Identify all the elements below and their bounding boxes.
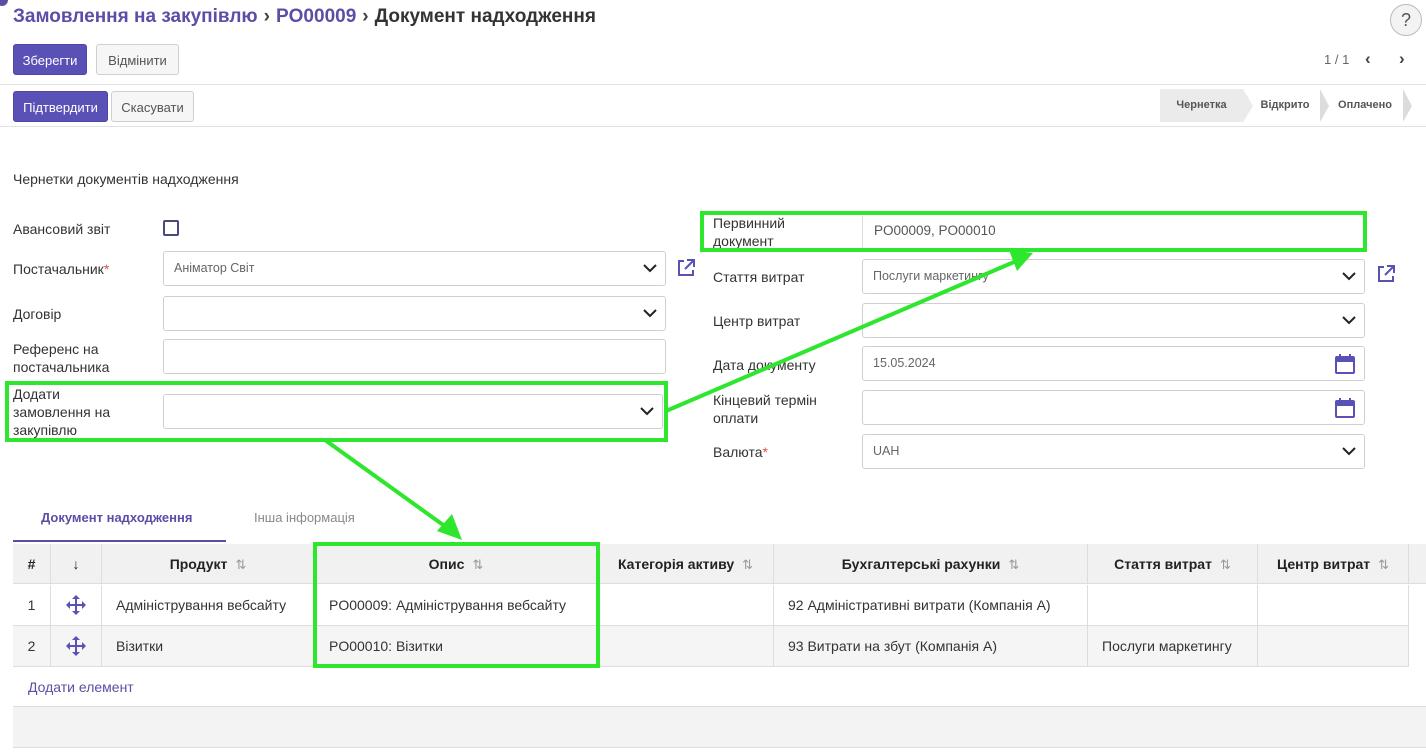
breadcrumb-separator-icon: › — [362, 6, 369, 27]
row-number: 1 — [13, 585, 51, 626]
stage-arrow-icon — [1243, 89, 1253, 122]
divider — [0, 126, 1426, 127]
divider — [0, 84, 1426, 85]
advance-report-checkbox[interactable] — [163, 220, 179, 236]
currency-select[interactable]: UAH — [862, 434, 1365, 469]
calendar-icon[interactable] — [1334, 353, 1356, 375]
column-header-handle[interactable]: ↓ — [51, 544, 102, 584]
external-link-icon[interactable] — [1376, 264, 1396, 284]
column-header-asset-category[interactable]: Категорія активу ⇅ — [598, 544, 774, 584]
column-header-expense-item[interactable]: Стаття витрат ⇅ — [1088, 544, 1258, 584]
cell-asset-category[interactable] — [598, 585, 774, 626]
page-title: Документ надходження — [374, 6, 596, 27]
drag-handle-icon[interactable] — [51, 626, 102, 667]
chevron-down-icon — [643, 252, 657, 273]
row-number: 2 — [13, 626, 51, 667]
cell-expense-item[interactable] — [1088, 585, 1258, 626]
sort-icon: ⇅ — [1008, 557, 1020, 572]
tab-other-info[interactable]: Інша інформація — [254, 510, 355, 525]
cost-center-label: Центр витрат — [713, 313, 801, 329]
external-link-icon[interactable] — [676, 258, 696, 278]
stage-arrow-icon — [1320, 89, 1329, 122]
doc-date-input[interactable]: 15.05.2024 — [862, 346, 1365, 381]
breadcrumb: Замовлення на закупівлю › PO00009 › Документ… — [13, 6, 596, 28]
sort-icon: ⇅ — [742, 557, 754, 572]
stage-draft[interactable]: Чернетка — [1160, 89, 1243, 122]
calendar-icon[interactable] — [1334, 397, 1356, 419]
cell-asset-category[interactable] — [598, 626, 774, 667]
expense-item-label: Стаття витрат — [713, 269, 805, 285]
cell-cost-center[interactable] — [1258, 585, 1409, 626]
column-header-number: # — [13, 544, 51, 584]
chevron-down-icon — [1342, 260, 1356, 281]
due-date-input[interactable] — [862, 390, 1365, 425]
doc-date-label: Дата документу — [713, 357, 816, 373]
supplier-value: Аніматор Світ — [174, 261, 255, 275]
cell-expense-item[interactable]: Послуги маркетингу — [1088, 626, 1258, 667]
help-button[interactable]: ? — [1390, 4, 1422, 36]
highlight-primary-doc — [700, 211, 1367, 252]
cell-product[interactable]: Візитки — [102, 626, 315, 667]
chevron-left-icon[interactable]: ‹ — [1365, 49, 1371, 69]
corner-marker — [0, 0, 8, 6]
pager-counter[interactable]: 1 / 1 — [1324, 52, 1349, 67]
cell-cost-center[interactable] — [1258, 626, 1409, 667]
tab-receipt-document[interactable]: Документ надходження — [41, 510, 192, 525]
breadcrumb-purchase-orders[interactable]: Замовлення на закупівлю — [13, 6, 258, 27]
column-header-spacer — [1409, 544, 1426, 584]
section-title: Чернетки документів надходження — [13, 171, 239, 187]
active-tab-indicator — [13, 540, 226, 542]
currency-value: UAH — [873, 444, 900, 458]
add-line-link[interactable]: Додати елемент — [28, 679, 134, 695]
doc-date-value: 15.05.2024 — [873, 356, 936, 370]
supplier-ref-label: Референс на постачальника — [13, 341, 110, 375]
contract-select[interactable] — [163, 296, 666, 331]
confirm-button[interactable]: Підтвердити — [13, 91, 108, 122]
column-header-product[interactable]: Продукт ⇅ — [102, 544, 315, 584]
drag-handle-icon[interactable] — [51, 585, 102, 626]
breadcrumb-order[interactable]: PO00009 — [276, 6, 356, 27]
chevron-down-icon — [643, 297, 657, 318]
due-date-label: Кінцевий термін оплати — [713, 392, 817, 426]
expense-item-select[interactable]: Послуги маркетингу — [862, 259, 1365, 294]
highlight-add-po — [5, 381, 668, 442]
table-footer — [13, 706, 1426, 748]
chevron-down-icon — [1342, 304, 1356, 325]
cell-product[interactable]: Адміністрування вебсайту — [102, 585, 315, 626]
contract-label: Договір — [13, 306, 62, 322]
cost-center-select[interactable] — [862, 303, 1365, 338]
supplier-ref-input[interactable] — [163, 339, 666, 374]
highlight-description-column — [313, 542, 600, 668]
stage-arrow-icon — [1403, 89, 1412, 122]
breadcrumb-separator-icon: › — [263, 6, 270, 27]
chevron-down-icon — [1342, 435, 1356, 456]
sort-icon: ⇅ — [1378, 557, 1390, 572]
stage-open[interactable]: Відкрито — [1253, 89, 1317, 122]
currency-label: Валюта* — [713, 444, 768, 460]
cell-account[interactable]: 93 Витрати на збут (Компанія А) — [774, 626, 1088, 667]
advance-report-label: Авансовий звіт — [13, 221, 111, 237]
supplier-select[interactable]: Аніматор Світ — [163, 251, 666, 286]
supplier-label: Постачальник* — [13, 261, 110, 277]
sort-icon: ⇅ — [1219, 557, 1231, 572]
cell-account[interactable]: 92 Адміністративні витрати (Компанія А) — [774, 585, 1088, 626]
column-header-cost-center[interactable]: Центр витрат ⇅ — [1258, 544, 1409, 584]
sort-icon: ⇅ — [235, 557, 247, 572]
expense-item-value: Послуги маркетингу — [873, 269, 989, 283]
column-header-accounts[interactable]: Бухгалтерські рахунки ⇅ — [774, 544, 1088, 584]
stage-paid[interactable]: Оплачено — [1330, 89, 1400, 122]
discard-button[interactable]: Відмінити — [96, 44, 179, 75]
chevron-right-icon[interactable]: › — [1399, 49, 1405, 69]
cancel-button[interactable]: Скасувати — [111, 91, 194, 122]
save-button[interactable]: Зберегти — [13, 44, 87, 75]
